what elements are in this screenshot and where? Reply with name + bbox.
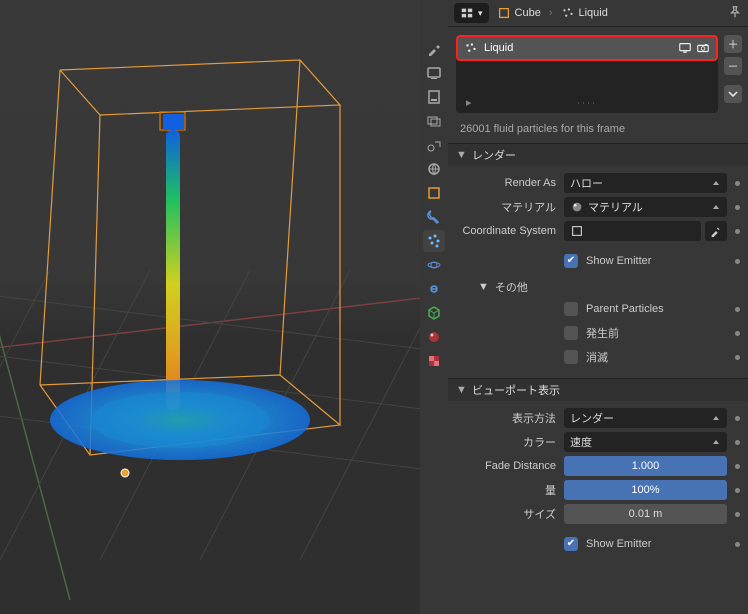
section-viewport-display-body: 表示方法 レンダー カラー 速度 Fade Distance — [448, 401, 748, 565]
color-label: カラー — [456, 434, 560, 450]
display-method-anim-dot[interactable] — [735, 416, 740, 421]
dead-label: 消滅 — [586, 349, 608, 365]
slot-specials-button[interactable] — [724, 85, 742, 103]
viewport-show-emitter-label: Show Emitter — [586, 538, 651, 550]
properties-tab-bar — [420, 0, 448, 614]
display-method-label: 表示方法 — [456, 410, 560, 426]
particle-system-slot[interactable]: Liquid — [456, 35, 718, 61]
material-label: マテリアル — [456, 199, 560, 215]
unborn-label: 発生前 — [586, 325, 619, 341]
material-icon — [570, 200, 584, 214]
render-as-label: Render As — [456, 177, 560, 189]
material-anim-dot[interactable] — [735, 205, 740, 210]
tab-particles[interactable] — [423, 230, 445, 252]
expand-slot-icon[interactable]: ▸ — [466, 96, 472, 109]
section-render-body: Render As ハロー マテリアル マテリアル Coordinate Sy — [448, 166, 748, 378]
disclosure-triangle-icon: ▼ — [478, 281, 489, 293]
viewport-axes — [0, 330, 420, 530]
fluid-domain — [40, 55, 340, 475]
tab-material[interactable] — [423, 326, 445, 348]
tab-tool[interactable] — [423, 38, 445, 60]
camera-icon[interactable] — [696, 41, 710, 55]
size-value: 0.01 m — [629, 508, 663, 520]
tab-texture[interactable] — [423, 350, 445, 372]
remove-slot-button[interactable]: － — [724, 57, 742, 75]
coord-anim-dot[interactable] — [735, 229, 740, 234]
particle-system-list: Liquid ▸ ∙∙∙∙ ＋ － — [448, 27, 748, 121]
viewport-show-emitter-checkbox[interactable] — [564, 537, 578, 551]
editor-type-dropdown[interactable]: ▾ — [454, 3, 489, 23]
tab-constraints[interactable] — [423, 278, 445, 300]
show-emitter-anim-dot[interactable] — [735, 259, 740, 264]
display-method-value: レンダー — [570, 410, 614, 426]
fade-distance-label: Fade Distance — [456, 460, 560, 472]
object-icon — [570, 224, 584, 238]
disclosure-triangle-icon: ▼ — [456, 149, 466, 161]
coordinate-system-field[interactable] — [564, 221, 701, 241]
fade-distance-anim-dot[interactable] — [735, 464, 740, 469]
coordinate-system-label: Coordinate System — [456, 225, 560, 237]
display-icon[interactable] — [678, 41, 692, 55]
size-label: サイズ — [456, 506, 560, 522]
particle-count-info: 26001 fluid particles for this frame — [448, 121, 748, 143]
breadcrumb-system[interactable]: Liquid — [561, 6, 608, 20]
render-as-value: ハロー — [570, 175, 603, 191]
size-anim-dot[interactable] — [735, 512, 740, 517]
material-value: マテリアル — [588, 199, 643, 215]
dead-anim-dot[interactable] — [735, 355, 740, 360]
render-as-anim-dot[interactable] — [735, 181, 740, 186]
tab-render[interactable] — [423, 62, 445, 84]
tab-viewlayer[interactable] — [423, 110, 445, 132]
viewport-show-emitter-anim-dot[interactable] — [735, 542, 740, 547]
list-grip-icon[interactable]: ∙∙∙∙ — [577, 97, 597, 109]
dead-checkbox[interactable] — [564, 350, 578, 364]
amount-value: 100% — [631, 484, 659, 496]
breadcrumb-object-label: Cube — [515, 7, 541, 19]
fade-distance-value: 1.000 — [632, 460, 660, 472]
sub-extras-title: その他 — [495, 279, 528, 295]
breadcrumb-object[interactable]: Cube — [497, 6, 541, 20]
render-as-select[interactable]: ハロー — [564, 173, 727, 193]
section-viewport-display-title: ビューポート表示 — [472, 382, 560, 398]
display-method-select[interactable]: レンダー — [564, 408, 727, 428]
color-anim-dot[interactable] — [735, 440, 740, 445]
section-render-title: レンダー — [472, 147, 516, 163]
disclosure-triangle-icon: ▼ — [456, 384, 466, 396]
tab-modifiers[interactable] — [423, 206, 445, 228]
size-field[interactable]: 0.01 m — [564, 504, 727, 524]
color-value: 速度 — [570, 434, 592, 450]
tab-mesh[interactable] — [423, 302, 445, 324]
show-emitter-checkbox[interactable] — [564, 254, 578, 268]
unborn-checkbox[interactable] — [564, 326, 578, 340]
tab-physics[interactable] — [423, 254, 445, 276]
section-viewport-display-header[interactable]: ▼ ビューポート表示 — [448, 378, 748, 401]
tab-scene[interactable] — [423, 134, 445, 156]
amount-label: 量 — [456, 482, 560, 498]
particle-properties-panel: ▾ Cube › Liquid — [448, 0, 748, 614]
3d-viewport[interactable] — [0, 0, 420, 614]
parent-particles-anim-dot[interactable] — [735, 307, 740, 312]
fade-distance-field[interactable]: 1.000 — [564, 456, 727, 476]
section-render-header[interactable]: ▼ レンダー — [448, 143, 748, 166]
sub-extras-header[interactable]: ▼ その他 — [456, 278, 740, 296]
amount-anim-dot[interactable] — [735, 488, 740, 493]
tab-output[interactable] — [423, 86, 445, 108]
pin-icon[interactable] — [728, 5, 742, 22]
color-select[interactable]: 速度 — [564, 432, 727, 452]
particles-icon — [464, 41, 478, 55]
material-select[interactable]: マテリアル — [564, 197, 727, 217]
show-emitter-label: Show Emitter — [586, 255, 651, 267]
particle-system-name: Liquid — [484, 42, 513, 54]
unborn-anim-dot[interactable] — [735, 331, 740, 336]
parent-particles-checkbox[interactable] — [564, 302, 578, 316]
add-slot-button[interactable]: ＋ — [724, 35, 742, 53]
eyedropper-button[interactable] — [705, 221, 727, 241]
tab-world[interactable] — [423, 158, 445, 180]
tab-object[interactable] — [423, 182, 445, 204]
parent-particles-label: Parent Particles — [586, 303, 664, 315]
breadcrumb-system-label: Liquid — [579, 7, 608, 19]
amount-field[interactable]: 100% — [564, 480, 727, 500]
